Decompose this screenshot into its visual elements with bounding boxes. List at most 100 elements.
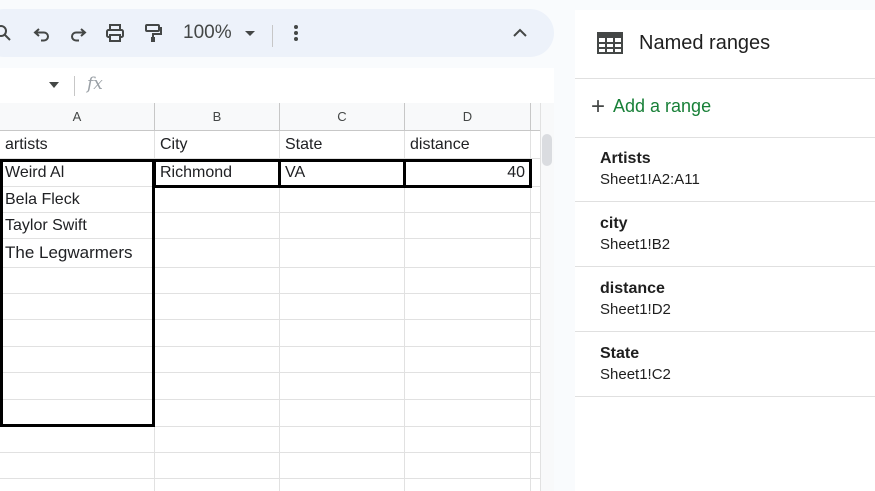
empty-cell[interactable] [155, 187, 280, 213]
empty-cell[interactable] [405, 479, 531, 491]
empty-cell[interactable] [405, 347, 531, 373]
named-ranges-panel: Named ranges + Add a range Artists Sheet… [575, 10, 875, 491]
toolbar-divider [272, 25, 273, 47]
fx-icon: fx [87, 74, 103, 94]
cell-d1[interactable]: distance [405, 131, 531, 159]
empty-cell[interactable] [155, 479, 280, 491]
empty-cell[interactable] [0, 373, 155, 400]
empty-cell[interactable] [155, 347, 280, 373]
empty-cell[interactable] [405, 294, 531, 320]
cell-a4[interactable]: Taylor Swift [0, 213, 155, 239]
named-range-item-artists[interactable]: Artists Sheet1!A2:A11 [575, 137, 875, 202]
scrollbar-thumb[interactable] [542, 134, 552, 166]
empty-cell[interactable] [280, 400, 405, 427]
empty-cell[interactable] [280, 239, 405, 268]
empty-cell[interactable] [280, 213, 405, 239]
paint-format-icon[interactable] [139, 9, 167, 57]
cell-c2[interactable]: VA [280, 159, 405, 187]
empty-cell[interactable] [405, 373, 531, 400]
empty-cell[interactable] [405, 453, 531, 479]
empty-cell[interactable] [280, 294, 405, 320]
search-menus-icon[interactable] [0, 9, 20, 57]
empty-cell[interactable] [531, 373, 540, 400]
empty-cell[interactable] [280, 453, 405, 479]
empty-cell[interactable] [280, 187, 405, 213]
empty-cell[interactable] [531, 239, 540, 268]
panel-header: Named ranges [575, 10, 875, 79]
zoom-dropdown-icon[interactable] [240, 9, 260, 57]
empty-cell[interactable] [280, 373, 405, 400]
empty-cell[interactable] [0, 294, 155, 320]
empty-cell[interactable] [531, 453, 540, 479]
column-header-c[interactable]: C [280, 103, 405, 131]
empty-cell[interactable] [155, 427, 280, 453]
cell-e2[interactable] [531, 159, 540, 187]
empty-cell[interactable] [531, 479, 540, 491]
cell-a1[interactable]: artists [0, 131, 155, 159]
collapse-toolbar-icon[interactable] [506, 9, 534, 57]
cell-a5[interactable]: The Legwarmers [0, 239, 155, 268]
undo-icon[interactable] [28, 9, 56, 57]
table-icon [597, 32, 623, 59]
column-header-d[interactable]: D [405, 103, 531, 131]
empty-cell[interactable] [155, 213, 280, 239]
empty-cell[interactable] [531, 187, 540, 213]
empty-cell[interactable] [0, 347, 155, 373]
empty-cell[interactable] [0, 268, 155, 294]
cell-e1[interactable] [531, 131, 540, 159]
empty-cell[interactable] [155, 373, 280, 400]
column-header-b[interactable]: B [155, 103, 280, 131]
cell-a2[interactable]: Weird Al [0, 159, 155, 187]
cell-b2[interactable]: Richmond [155, 159, 280, 187]
range-name: city [600, 215, 628, 232]
named-range-item-distance[interactable]: distance Sheet1!D2 [575, 267, 875, 332]
empty-cell[interactable] [405, 427, 531, 453]
empty-cell[interactable] [280, 268, 405, 294]
empty-cell[interactable] [280, 320, 405, 347]
empty-cell[interactable] [155, 320, 280, 347]
print-icon[interactable] [101, 9, 129, 57]
empty-cell[interactable] [405, 213, 531, 239]
empty-cell[interactable] [405, 187, 531, 213]
toolbar: 100% [0, 9, 554, 57]
empty-cell[interactable] [405, 239, 531, 268]
empty-cell[interactable] [531, 400, 540, 427]
empty-cell[interactable] [280, 427, 405, 453]
cell-a3[interactable]: Bela Fleck [0, 187, 155, 213]
empty-cell[interactable] [0, 427, 155, 453]
empty-cell[interactable] [531, 294, 540, 320]
empty-cell[interactable] [155, 239, 280, 268]
spreadsheet-grid[interactable]: A B C D artists City State distance Weir… [0, 103, 540, 491]
empty-cell[interactable] [155, 400, 280, 427]
zoom-value[interactable]: 100% [183, 9, 232, 57]
empty-cell[interactable] [405, 320, 531, 347]
empty-cell[interactable] [531, 213, 540, 239]
empty-cell[interactable] [155, 294, 280, 320]
empty-cell[interactable] [0, 320, 155, 347]
column-header-a[interactable]: A [0, 103, 155, 131]
add-range-button[interactable]: + Add a range [575, 79, 875, 138]
empty-cell[interactable] [531, 347, 540, 373]
empty-cell[interactable] [531, 320, 540, 347]
empty-cell[interactable] [280, 479, 405, 491]
range-name: State [600, 345, 640, 362]
empty-cell[interactable] [155, 453, 280, 479]
empty-cell[interactable] [0, 400, 155, 427]
empty-cell[interactable] [405, 400, 531, 427]
empty-cell[interactable] [531, 427, 540, 453]
named-range-item-city[interactable]: city Sheet1!B2 [575, 202, 875, 267]
empty-cell[interactable] [0, 479, 155, 491]
cell-d2[interactable]: 40 [405, 159, 531, 187]
empty-cell[interactable] [405, 268, 531, 294]
redo-icon[interactable] [64, 9, 92, 57]
named-range-item-state[interactable]: State Sheet1!C2 [575, 332, 875, 397]
column-header-e[interactable] [531, 103, 540, 131]
empty-cell[interactable] [0, 453, 155, 479]
name-box-dropdown-icon[interactable] [49, 82, 59, 88]
empty-cell[interactable] [155, 268, 280, 294]
empty-cell[interactable] [531, 268, 540, 294]
cell-c1[interactable]: State [280, 131, 405, 159]
more-options-icon[interactable] [284, 9, 308, 57]
empty-cell[interactable] [280, 347, 405, 373]
cell-b1[interactable]: City [155, 131, 280, 159]
